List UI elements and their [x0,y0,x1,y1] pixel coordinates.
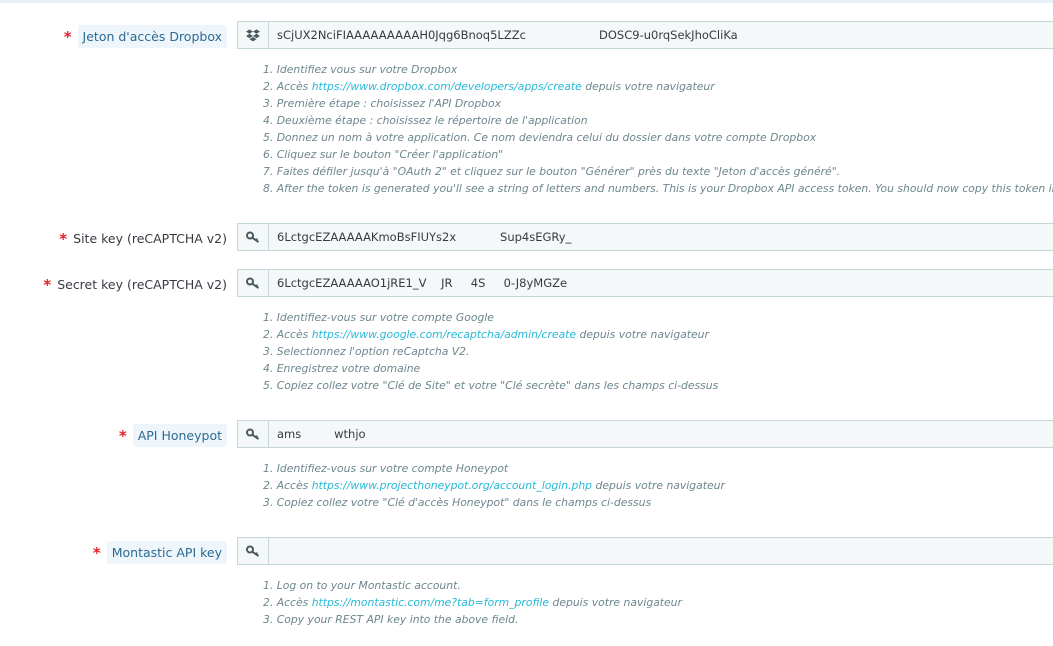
key-icon [238,270,269,296]
help-link[interactable]: https://www.google.com/recaptcha/admin/c… [312,328,576,341]
help-step: 3. Première étape : choisissez l'API Dro… [263,95,1053,112]
help-step: 5. Copiez collez votre "Clé de Site" et … [263,377,718,394]
recaptcha-site-key-row: * Site key (reCAPTCHA v2) [0,223,1053,253]
key-icon [238,538,269,564]
help-step: 1. Log on to your Montastic account. [263,577,682,594]
dropbox-token-input-group [237,21,1053,49]
help-step: 2. Accès https://www.google.com/recaptch… [263,326,718,343]
required-marker: * [118,427,127,445]
recaptcha-site-key-label: * Site key (reCAPTCHA v2) [59,223,227,253]
dropbox-help-list: 1. Identifiez vous sur votre Dropbox 2. A… [263,61,1053,197]
help-step-text: 3. Copy your REST API key into the above… [263,613,519,626]
help-link[interactable]: https://montastic.com/me?tab=form_profil… [312,596,549,609]
help-step-text: 1. Identifiez-vous sur votre compte Hone… [263,462,509,475]
montastic-input[interactable] [269,538,1053,564]
montastic-input-group [237,537,1053,565]
help-step-text: 7. Faites défiler jusqu'à "OAuth 2" et c… [263,165,841,178]
help-step-text: depuis votre navigateur [581,80,715,93]
honeypot-input-group [237,420,1053,448]
help-step-text: 2. Accès [263,479,312,492]
help-step-text: 1. Log on to your Montastic account. [263,579,461,592]
help-step-text: 5. Copiez collez votre "Clé de Site" et … [263,379,719,392]
honeypot-help-list: 1. Identifiez-vous sur votre compte Hone… [263,460,725,511]
help-step-text: depuis votre navigateur [549,596,682,609]
honeypot-label-text: API Honeypot [132,423,227,447]
help-step: 3. Copy your REST API key into the above… [263,611,682,628]
help-step-text: depuis votre navigateur [576,328,709,341]
recaptcha-secret-key-label: * Secret key (reCAPTCHA v2) [43,269,227,299]
help-step: 7. Faites défiler jusqu'à "OAuth 2" et c… [263,163,1053,180]
help-step-text: 4. Deuxième étape : choisissez le répert… [263,114,588,127]
help-step: 3. Copiez collez votre "Clé d'accès Hone… [263,494,725,511]
recaptcha-site-key-label-text: Site key (reCAPTCHA v2) [73,230,227,246]
dropbox-token-input[interactable] [269,22,1053,48]
top-divider [0,0,1053,3]
honeypot-input[interactable] [269,421,1053,447]
montastic-row: * Montastic API key [0,537,1053,567]
recaptcha-site-key-input[interactable] [269,224,1053,250]
recaptcha-secret-key-row: * Secret key (reCAPTCHA v2) [0,269,1053,299]
recaptcha-secret-key-input-group [237,269,1053,297]
recaptcha-help-list: 1. Identifiez-vous sur votre compte Goog… [263,309,718,394]
help-step-text: 4. Enregistrez votre domaine [263,362,421,375]
recaptcha-secret-key-label-text: Secret key (reCAPTCHA v2) [57,276,227,292]
key-icon [238,421,269,447]
help-step: 3. Selectionnez l'option reCaptcha V2. [263,343,718,360]
dropbox-token-row: * Jeton d'accès Dropbox [0,21,1053,51]
required-marker: * [63,28,72,46]
honeypot-label: * API Honeypot [119,420,227,450]
help-step: 1. Identifiez-vous sur votre compte Goog… [263,309,718,326]
help-step: 5. Donnez un nom à votre application. Ce… [263,129,1053,146]
help-step-text: depuis votre navigateur [592,479,725,492]
key-icon [238,224,269,250]
help-step: 6. Cliquez sur le bouton "Créer l'applic… [263,146,1053,163]
help-link[interactable]: https://www.projecthoneypot.org/account_… [312,479,592,492]
montastic-help-list: 1. Log on to your Montastic account. 2. A… [263,577,682,628]
help-step-text: 3. Selectionnez l'option reCaptcha V2. [263,345,470,358]
help-step-text: 6. Cliquez sur le bouton "Créer l'applic… [263,148,504,161]
required-marker: * [43,276,52,294]
honeypot-row: * API Honeypot [0,420,1053,450]
help-step-text: 2. Accès [263,80,312,93]
dropbox-icon [238,22,269,48]
montastic-label-text: Montastic API key [106,540,227,564]
help-step-text: 2. Accès [263,596,312,609]
help-step-text: 1. Identifiez-vous sur votre compte Goog… [263,311,494,324]
required-marker: * [59,230,68,248]
help-step-text: 8. After the token is generated you'll s… [263,182,1053,195]
help-step-text: 1. Identifiez vous sur votre Dropbox [263,63,458,76]
help-step: 1. Identifiez-vous sur votre compte Hone… [263,460,725,477]
help-step: 2. Accès https://montastic.com/me?tab=fo… [263,594,682,611]
dropbox-token-label: * Jeton d'accès Dropbox [64,21,227,51]
required-marker: * [92,544,101,562]
recaptcha-site-key-input-group [237,223,1053,251]
help-step: 2. Accès https://www.dropbox.com/develop… [263,78,1053,95]
help-step-text: 3. Copiez collez votre "Clé d'accès Hone… [263,496,652,509]
montastic-label: * Montastic API key [93,537,227,567]
help-step: 4. Deuxième étape : choisissez le répert… [263,112,1053,129]
help-link[interactable]: https://www.dropbox.com/developers/apps/… [312,80,582,93]
dropbox-token-label-text: Jeton d'accès Dropbox [77,24,227,48]
help-step: 4. Enregistrez votre domaine [263,360,718,377]
help-step-text: 3. Première étape : choisissez l'API Dro… [263,97,502,110]
help-step-text: 2. Accès [263,328,312,341]
help-step: 8. After the token is generated you'll s… [263,180,1053,197]
help-step: 1. Identifiez vous sur votre Dropbox [263,61,1053,78]
recaptcha-secret-key-input[interactable] [269,270,1053,296]
help-step: 2. Accès https://www.projecthoneypot.org… [263,477,725,494]
help-step-text: 5. Donnez un nom à votre application. Ce… [263,131,817,144]
